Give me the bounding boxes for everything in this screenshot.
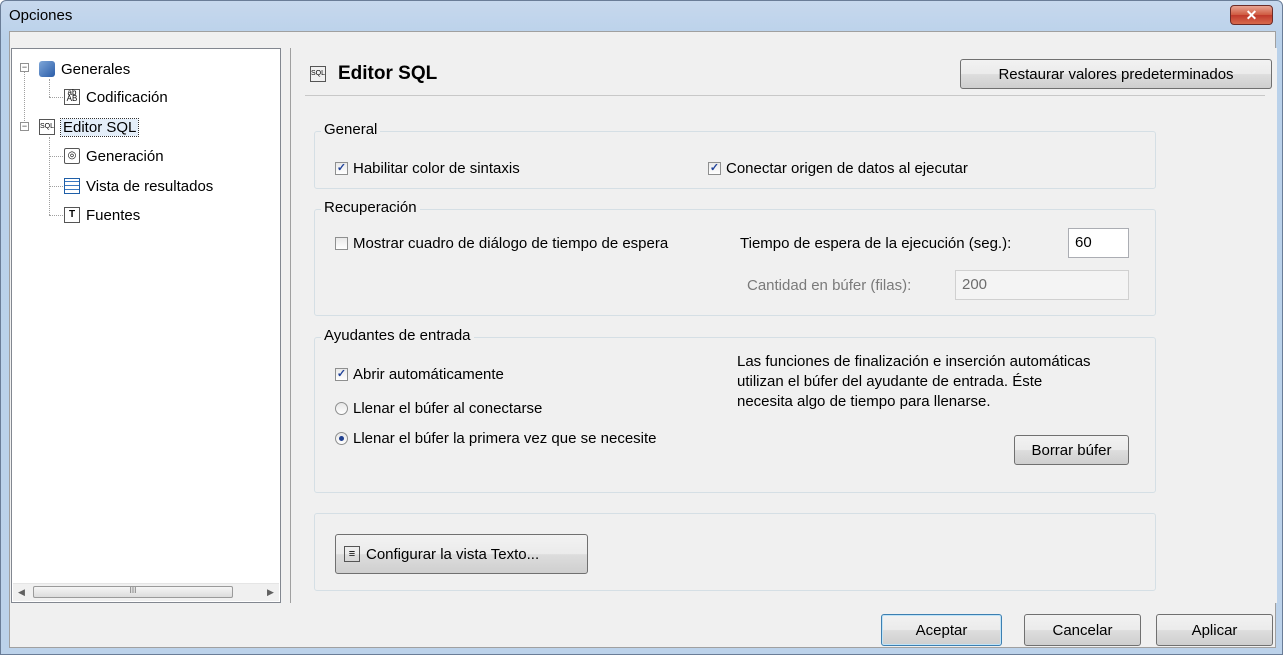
tree-connector: [49, 215, 63, 216]
tree-item-label: Fuentes: [86, 206, 141, 224]
sql-editor-icon: SQL: [39, 119, 55, 135]
tree-item-codificacion[interactable]: ab AB Codificación: [64, 87, 168, 107]
tree-connector: [24, 67, 25, 127]
checkbox-checked-icon: ✓: [335, 368, 348, 381]
generation-icon: ◎: [64, 148, 80, 164]
tree-connector: [49, 186, 63, 187]
description-line: Las funciones de finalización e inserció…: [737, 353, 1091, 370]
settings-pane: SQL Editor SQL Restaurar valores predete…: [290, 48, 1277, 603]
tree-item-label: Generales: [61, 60, 131, 78]
recovery-group-label: Recuperación: [321, 199, 420, 216]
fill-on-connect-radio[interactable]: Llenar el búfer al conectarse: [335, 400, 542, 417]
tree-connector: [49, 137, 50, 215]
buffer-rows-label: Cantidad en búfer (filas):: [747, 277, 912, 294]
page-title: Editor SQL: [338, 63, 438, 84]
connect-on-execute-checkbox[interactable]: ✓ Conectar origen de datos al ejecutar: [708, 160, 968, 177]
tree-item-vista-resultados[interactable]: Vista de resultados: [64, 176, 213, 196]
scroll-thumb-grip-icon: III: [129, 586, 137, 595]
collapse-editor-sql-toggle[interactable]: −: [20, 122, 29, 131]
syntax-color-checkbox[interactable]: ✓ Habilitar color de sintaxis: [335, 160, 520, 177]
ok-button[interactable]: Aceptar: [881, 614, 1002, 646]
clear-buffer-button[interactable]: Borrar búfer: [1014, 435, 1129, 465]
tree-item-label: Codificación: [86, 88, 168, 106]
tree-item-generacion[interactable]: ◎ Generación: [64, 146, 164, 166]
apply-button[interactable]: Aplicar: [1156, 614, 1273, 646]
configure-text-view-label: Configurar la vista Texto...: [366, 545, 540, 563]
scroll-left-icon[interactable]: ◀: [13, 584, 30, 601]
tree-item-editor-sql[interactable]: SQL Editor SQL: [39, 117, 140, 137]
radio-unselected-icon: [335, 402, 348, 415]
tree-connector: [49, 79, 50, 97]
encoding-icon: ab AB: [64, 89, 80, 105]
execution-timeout-label: Tiempo de espera de la ejecución (seg.):: [740, 235, 1012, 252]
options-tree[interactable]: − Generales ab AB Codificación − SQL Edit…: [11, 48, 281, 603]
checkbox-checked-icon: ✓: [335, 162, 348, 175]
tree-item-label: Vista de resultados: [86, 177, 214, 195]
general-group-label: General: [321, 121, 381, 138]
checkbox-checked-icon: ✓: [708, 162, 721, 175]
buffer-rows-input[interactable]: 200: [955, 270, 1129, 300]
options-dialog: Opciones ✕ − Generales ab AB Codificación…: [0, 0, 1283, 655]
tree-item-label: Editor SQL: [59, 117, 140, 137]
tree-horizontal-scrollbar[interactable]: ◀ III ▶: [13, 583, 279, 601]
input-helpers-group-label: Ayudantes de entrada: [321, 327, 474, 344]
radio-selected-icon: [335, 432, 348, 445]
general-settings-icon: [39, 61, 55, 77]
show-timeout-dialog-checkbox[interactable]: Mostrar cuadro de diálogo de tiempo de e…: [335, 235, 668, 252]
fill-on-connect-label: Llenar el búfer al conectarse: [353, 400, 543, 417]
auto-open-checkbox[interactable]: ✓ Abrir automáticamente: [335, 366, 504, 383]
tree-connector: [49, 97, 63, 98]
restore-defaults-button[interactable]: Restaurar valores predeterminados: [960, 59, 1272, 89]
close-button[interactable]: ✕: [1230, 5, 1273, 25]
fonts-icon: T: [64, 207, 80, 223]
header-divider: [305, 95, 1265, 96]
scroll-right-icon[interactable]: ▶: [262, 584, 279, 601]
scroll-thumb[interactable]: III: [33, 586, 233, 598]
description-line: necesita algo de tiempo para llenarse.: [737, 393, 991, 410]
text-view-settings-icon: ≡: [344, 546, 360, 562]
checkbox-unchecked-icon: [335, 237, 348, 250]
show-timeout-dialog-label: Mostrar cuadro de diálogo de tiempo de e…: [353, 235, 669, 252]
tree-item-generales[interactable]: Generales: [39, 59, 130, 79]
tree-item-fuentes[interactable]: T Fuentes: [64, 205, 140, 225]
cancel-button[interactable]: Cancelar: [1024, 614, 1141, 646]
execution-timeout-input[interactable]: 60: [1068, 228, 1129, 258]
window-title: Opciones: [9, 7, 73, 24]
syntax-color-label: Habilitar color de sintaxis: [353, 160, 520, 177]
collapse-generales-toggle[interactable]: −: [20, 63, 29, 72]
tree-item-label: Generación: [86, 147, 164, 165]
auto-open-label: Abrir automáticamente: [353, 366, 504, 383]
tree-connector: [49, 156, 63, 157]
connect-on-execute-label: Conectar origen de datos al ejecutar: [726, 160, 968, 177]
description-line: utilizan el búfer del ayudante de entrad…: [737, 373, 1043, 390]
title-bar[interactable]: Opciones ✕: [1, 1, 1282, 31]
results-grid-icon: [64, 178, 80, 194]
fill-first-needed-label: Llenar el búfer la primera vez que se ne…: [353, 430, 657, 447]
configure-text-view-button[interactable]: ≡ Configurar la vista Texto...: [335, 534, 588, 574]
close-icon: ✕: [1245, 6, 1258, 23]
input-helpers-description: Las funciones de finalización e inserció…: [737, 352, 1091, 412]
fill-first-needed-radio[interactable]: Llenar el búfer la primera vez que se ne…: [335, 430, 657, 447]
sql-editor-icon: SQL: [310, 66, 326, 82]
